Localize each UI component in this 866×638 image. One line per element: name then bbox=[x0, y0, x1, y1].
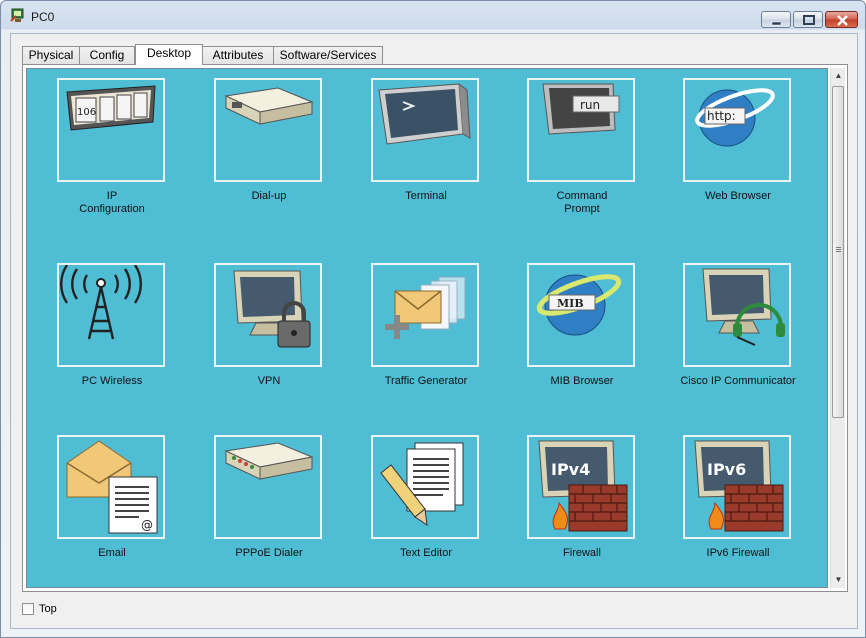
app-dial-up[interactable]: Dial-up bbox=[214, 78, 324, 203]
app-label: Email bbox=[98, 547, 126, 559]
app-text-editor[interactable]: Text Editor bbox=[371, 435, 481, 560]
ipv6-firewall-tile[interactable]: IPv6 bbox=[683, 435, 791, 539]
top-checkbox-label: Top bbox=[39, 603, 57, 615]
app-web-browser[interactable]: http: Web Browser bbox=[683, 78, 793, 203]
app-label: Web Browser bbox=[705, 190, 771, 202]
email-icon: @ bbox=[66, 440, 158, 534]
at-sign-text: @ bbox=[141, 518, 153, 532]
title-bar[interactable]: PC0 bbox=[1, 1, 865, 31]
email-tile[interactable]: @ bbox=[57, 435, 165, 539]
packet-tracer-pc-icon bbox=[10, 8, 24, 22]
ip-communicator-icon bbox=[702, 268, 785, 346]
app-label: IP Configuration bbox=[79, 190, 145, 215]
ip-communicator-tile[interactable] bbox=[683, 263, 791, 367]
pppoe-dialer-icon bbox=[224, 442, 314, 480]
tab-software-services[interactable]: Software/Services bbox=[273, 46, 383, 64]
app-ip-configuration[interactable]: 106 IP Configuration bbox=[57, 78, 167, 216]
terminal-icon bbox=[378, 83, 471, 145]
app-label: Cisco IP Communicator bbox=[680, 375, 796, 387]
app-command-prompt[interactable]: run Command Prompt bbox=[527, 78, 637, 216]
scroll-up-arrow-icon[interactable]: ▲ bbox=[831, 68, 846, 84]
app-terminal[interactable]: Terminal bbox=[371, 78, 481, 203]
app-pc-wireless[interactable]: PC Wireless bbox=[57, 263, 167, 388]
app-label: Terminal bbox=[405, 190, 447, 202]
desktop-tab-panel: 106 IP Configuration Dial-up Terminal ru… bbox=[22, 64, 848, 592]
http-text: http: bbox=[707, 109, 736, 123]
ipv6-text: IPv6 bbox=[707, 460, 746, 479]
command-prompt-icon: run bbox=[542, 83, 620, 135]
ip-configuration-icon: 106 bbox=[66, 85, 156, 131]
firewall-tile[interactable]: IPv4 bbox=[527, 435, 635, 539]
scrollbar-thumb[interactable] bbox=[832, 86, 844, 418]
minimize-icon bbox=[771, 21, 782, 26]
grip-line bbox=[836, 249, 841, 250]
app-label: Firewall bbox=[563, 547, 601, 559]
tab-attributes[interactable]: Attributes bbox=[202, 46, 274, 64]
desktop-area: 106 IP Configuration Dial-up Terminal ru… bbox=[26, 68, 828, 588]
text-editor-icon bbox=[380, 442, 464, 527]
grip-line bbox=[836, 247, 841, 248]
application-window: PC0 Physical Config Desktop Attributes S… bbox=[0, 0, 866, 638]
app-cisco-ip-communicator[interactable]: Cisco IP Communicator bbox=[680, 263, 796, 388]
app-label: Dial-up bbox=[251, 190, 287, 202]
app-label: IPv6 Firewall bbox=[706, 547, 770, 559]
vpn-lock-icon bbox=[233, 270, 311, 348]
web-browser-icon: http: bbox=[695, 88, 775, 147]
traffic-generator-icon bbox=[385, 276, 466, 339]
app-pppoe-dialer[interactable]: PPPoE Dialer bbox=[214, 435, 324, 560]
window-content: Physical Config Desktop Attributes Softw… bbox=[10, 33, 858, 629]
grip-line bbox=[836, 251, 841, 252]
app-label: PC Wireless bbox=[81, 375, 143, 387]
maximize-icon bbox=[803, 15, 815, 25]
app-firewall[interactable]: IPv4 Firewall bbox=[527, 435, 637, 560]
app-label: Traffic Generator bbox=[384, 375, 468, 387]
text-editor-tile[interactable] bbox=[371, 435, 479, 539]
pppoe-dialer-tile[interactable] bbox=[214, 435, 322, 539]
close-button[interactable] bbox=[825, 11, 858, 28]
window-title: PC0 bbox=[31, 10, 55, 24]
scroll-down-arrow-icon[interactable]: ▼ bbox=[831, 572, 846, 588]
app-label: MIB Browser bbox=[550, 375, 614, 387]
vpn-tile[interactable] bbox=[214, 263, 322, 367]
maximize-button[interactable] bbox=[793, 11, 823, 28]
app-mib-browser[interactable]: MIB MIB Browser bbox=[527, 263, 637, 388]
close-icon bbox=[837, 15, 848, 26]
ipv6-firewall-icon: IPv6 bbox=[694, 440, 784, 532]
wireless-tower-icon bbox=[60, 265, 142, 340]
mib-browser-tile[interactable]: MIB bbox=[527, 263, 635, 367]
ip-config-digits: 106 bbox=[77, 107, 96, 118]
ip-configuration-tile[interactable]: 106 bbox=[57, 78, 165, 182]
app-label: PPPoE Dialer bbox=[235, 547, 303, 559]
pc-wireless-tile[interactable] bbox=[57, 263, 165, 367]
app-vpn[interactable]: VPN bbox=[214, 263, 324, 388]
dial-up-tile[interactable] bbox=[214, 78, 322, 182]
ipv4-text: IPv4 bbox=[551, 460, 590, 479]
app-traffic-generator[interactable]: Traffic Generator bbox=[371, 263, 481, 388]
vertical-scrollbar[interactable]: ▲ ▼ bbox=[830, 68, 845, 588]
minimize-button[interactable] bbox=[761, 11, 791, 28]
tab-physical[interactable]: Physical bbox=[22, 46, 80, 64]
top-checkbox[interactable] bbox=[22, 603, 34, 615]
traffic-generator-tile[interactable] bbox=[371, 263, 479, 367]
firewall-icon: IPv4 bbox=[538, 440, 628, 532]
app-label: VPN bbox=[257, 375, 281, 387]
app-email[interactable]: @ Email bbox=[57, 435, 167, 560]
tab-desktop[interactable]: Desktop bbox=[135, 44, 203, 65]
run-text: run bbox=[580, 98, 600, 112]
command-prompt-tile[interactable]: run bbox=[527, 78, 635, 182]
app-label: Command Prompt bbox=[556, 190, 608, 215]
dial-up-modem-icon bbox=[224, 87, 314, 125]
mib-text: MIB bbox=[557, 297, 584, 310]
app-ipv6-firewall[interactable]: IPv6 IPv6 Firewall bbox=[683, 435, 793, 560]
terminal-tile[interactable] bbox=[371, 78, 479, 182]
app-label: Text Editor bbox=[400, 547, 452, 559]
mib-browser-icon: MIB bbox=[536, 274, 622, 336]
tab-config[interactable]: Config bbox=[79, 46, 135, 64]
web-browser-tile[interactable]: http: bbox=[683, 78, 791, 182]
